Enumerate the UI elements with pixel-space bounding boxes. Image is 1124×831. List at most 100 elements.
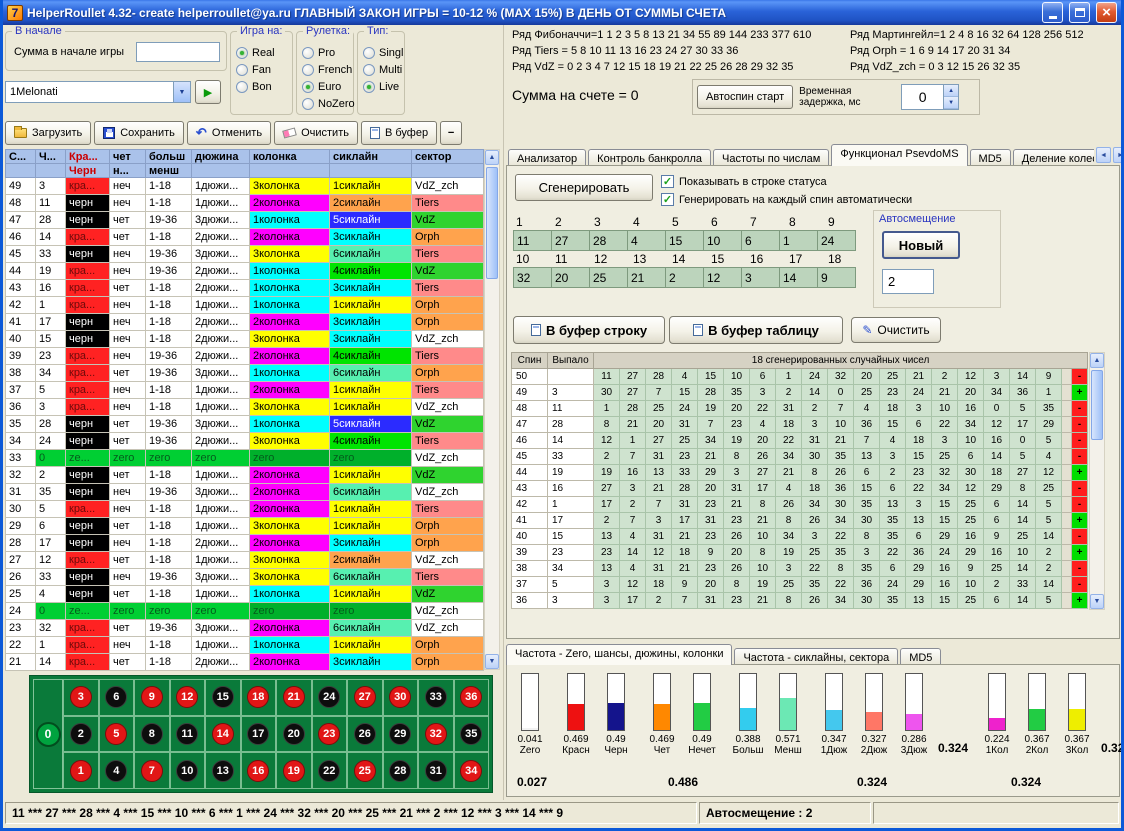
- scroll-up-button[interactable]: [485, 150, 499, 165]
- generated-table-row[interactable]: 40151343121232610343228356291692514-: [512, 529, 1088, 545]
- tab-3[interactable]: Частоты по числам: [713, 149, 829, 166]
- board-number[interactable]: 29: [389, 723, 411, 745]
- board-zero-number[interactable]: 0: [36, 722, 61, 747]
- board-number[interactable]: 33: [425, 686, 447, 708]
- spin-table-row[interactable]: 4614кра...чет1-182дюжи...2колонка3сиклай…: [6, 229, 484, 246]
- freq-tab-1[interactable]: Частота - Zero, шансы, дюжины, колонки: [506, 644, 732, 665]
- generated-table-row[interactable]: 363317273123218263430351315256145+: [512, 593, 1088, 609]
- board-number[interactable]: 34: [460, 760, 482, 782]
- board-number[interactable]: 14: [212, 723, 234, 745]
- spin-table-row[interactable]: 3424чернчет19-362дюжи...3колонка4сиклайн…: [6, 433, 484, 450]
- spin-table-row[interactable]: 3528чернчет19-363дюжи...1колонка5сиклайн…: [6, 416, 484, 433]
- spin-table-row[interactable]: 4316кра...чет1-182дюжи...1колонка3сиклай…: [6, 280, 484, 297]
- board-number[interactable]: 31: [425, 760, 447, 782]
- board-number[interactable]: 11: [176, 723, 198, 745]
- radio-option-multi[interactable]: Multi: [363, 61, 402, 78]
- generated-table-scrollbar[interactable]: [1089, 352, 1105, 610]
- spin-table-row[interactable]: 2114кра...чет1-182дюжи...2колонка3сиклай…: [6, 654, 484, 671]
- spin-table-row[interactable]: 2633черннеч19-363дюжи...3колонка6сиклайн…: [6, 569, 484, 586]
- board-number[interactable]: 23: [318, 723, 340, 745]
- radio-option-live[interactable]: Live: [363, 78, 402, 95]
- board-number[interactable]: 13: [212, 760, 234, 782]
- spin-table-row[interactable]: 305кра...неч1-181дюжи...2колонка1сиклайн…: [6, 501, 484, 518]
- tab-2[interactable]: Контроль банкролла: [588, 149, 711, 166]
- scrollbar-thumb[interactable]: [486, 167, 498, 279]
- board-number[interactable]: 25: [354, 760, 376, 782]
- radio-option-french[interactable]: French: [302, 61, 351, 78]
- scroll-down-button[interactable]: [485, 654, 499, 669]
- spin-table-row[interactable]: 4419кра...неч19-362дюжи...1колонка4сикла…: [6, 263, 484, 280]
- collapse-button[interactable]: −: [440, 121, 462, 145]
- generated-table-row[interactable]: 481112825241920223127418310160535-: [512, 401, 1088, 417]
- board-number[interactable]: 12: [176, 686, 198, 708]
- spin-table-row[interactable]: 330ze...zerozerozerozerozeroVdZ_zch: [6, 450, 484, 467]
- spin-table-row[interactable]: 3834кра...чет19-363дюжи...1колонка6сикла…: [6, 365, 484, 382]
- radio-option-fan[interactable]: Fan: [236, 61, 290, 78]
- board-number[interactable]: 15: [212, 686, 234, 708]
- spin-table-row[interactable]: 4533черннеч19-363дюжи...3колонка6сиклайн…: [6, 246, 484, 263]
- spin-table-row[interactable]: 493кра...неч1-181дюжи...3колонка1сиклайн…: [6, 178, 484, 195]
- generated-table-row[interactable]: 431627321282031174183615622341229825-: [512, 481, 1088, 497]
- generated-table-row[interactable]: 3834134312123261032283562916925142-: [512, 561, 1088, 577]
- board-number[interactable]: 18: [247, 686, 269, 708]
- generated-table-row[interactable]: 421172731232182634303513315256145-: [512, 497, 1088, 513]
- spin-table-row[interactable]: 322чернчет1-181дюжи...2колонка1сиклайнVd…: [6, 467, 484, 484]
- copy-row-button[interactable]: В буфер строку: [513, 316, 665, 344]
- generated-table-row[interactable]: 50112728415106124322025212123149-: [512, 369, 1088, 385]
- spin-table-row[interactable]: 221кра...неч1-181дюжи...1колонка1сиклайн…: [6, 637, 484, 654]
- spinner-down-button[interactable]: [944, 97, 958, 109]
- spin-table-row[interactable]: 3135черннеч19-363дюжи...2колонка6сиклайн…: [6, 484, 484, 501]
- spin-table-row[interactable]: 4015черннеч1-182дюжи...3колонка3сиклайнV…: [6, 331, 484, 348]
- minimize-button[interactable]: [1042, 2, 1063, 23]
- board-number[interactable]: 21: [283, 686, 305, 708]
- radio-option-bon[interactable]: Bon: [236, 78, 290, 95]
- board-number[interactable]: 22: [318, 760, 340, 782]
- autoshift-input[interactable]: [882, 269, 934, 294]
- board-number[interactable]: 1: [70, 760, 92, 782]
- tab-scroll-right-button[interactable]: [1113, 147, 1124, 163]
- spin-table-row[interactable]: 375кра...неч1-181дюжи...2колонка1сиклайн…: [6, 382, 484, 399]
- board-number[interactable]: 20: [283, 723, 305, 745]
- load-button[interactable]: Загрузить: [5, 121, 91, 145]
- spin-table-row[interactable]: 4811черннеч1-181дюжи...2колонка2сиклайнT…: [6, 195, 484, 212]
- radio-option-euro[interactable]: Euro: [302, 78, 351, 95]
- generated-table-row[interactable]: 4614121272534192022312174183101605-: [512, 433, 1088, 449]
- play-button[interactable]: [195, 80, 221, 104]
- start-sum-input[interactable]: [136, 42, 220, 62]
- generated-table-row[interactable]: 453327312321826343035133152561454-: [512, 449, 1088, 465]
- spin-table-scrollbar[interactable]: [484, 149, 500, 670]
- generated-table-row[interactable]: 37531218920819253522362429161023314-: [512, 577, 1088, 593]
- board-number[interactable]: 35: [460, 723, 482, 745]
- spinner-up-button[interactable]: [944, 85, 958, 97]
- scrollbar-thumb[interactable]: [1091, 370, 1103, 440]
- profile-combobox[interactable]: 1Melonati: [5, 81, 191, 103]
- board-number[interactable]: 10: [176, 760, 198, 782]
- generated-table-row[interactable]: 441919161333293272182662233230182712+: [512, 465, 1088, 481]
- board-number[interactable]: 7: [141, 760, 163, 782]
- board-number[interactable]: 30: [389, 686, 411, 708]
- generate-button[interactable]: Сгенерировать: [515, 174, 653, 201]
- board-number[interactable]: 6: [105, 686, 127, 708]
- board-number[interactable]: 24: [318, 686, 340, 708]
- board-number[interactable]: 8: [141, 723, 163, 745]
- undo-button[interactable]: Отменить: [187, 121, 271, 145]
- board-number[interactable]: 26: [354, 723, 376, 745]
- board-number[interactable]: 19: [283, 760, 305, 782]
- tab-6[interactable]: Деление колеса на: [1013, 149, 1094, 166]
- show-in-status-checkbox[interactable]: Показывать в строке статуса: [661, 175, 827, 188]
- generate-each-spin-checkbox[interactable]: Генерировать на каждый спин автоматическ…: [661, 193, 912, 206]
- spin-table-row[interactable]: 3923кра...неч19-362дюжи...2колонка4сикла…: [6, 348, 484, 365]
- spin-table-row[interactable]: 296чернчет1-181дюжи...3колонка1сиклайнOr…: [6, 518, 484, 535]
- new-button[interactable]: Новый: [882, 231, 960, 259]
- close-button[interactable]: [1096, 2, 1117, 23]
- board-number[interactable]: 32: [425, 723, 447, 745]
- spin-table-row[interactable]: 240ze...zerozerozerozerozeroVdZ_zch: [6, 603, 484, 620]
- maximize-button[interactable]: [1069, 2, 1090, 23]
- autospin-start-button[interactable]: Автоспин старт: [697, 85, 793, 109]
- board-number[interactable]: 16: [247, 760, 269, 782]
- board-number[interactable]: 2: [70, 723, 92, 745]
- tab-1[interactable]: Анализатор: [508, 149, 586, 166]
- spin-table-row[interactable]: 4117черннеч1-182дюжи...2колонка3сиклайнO…: [6, 314, 484, 331]
- spin-table-row[interactable]: 2332кра...чет19-363дюжи...2колонка6сикла…: [6, 620, 484, 637]
- spin-table-row[interactable]: 363кра...неч1-181дюжи...3колонка1сиклайн…: [6, 399, 484, 416]
